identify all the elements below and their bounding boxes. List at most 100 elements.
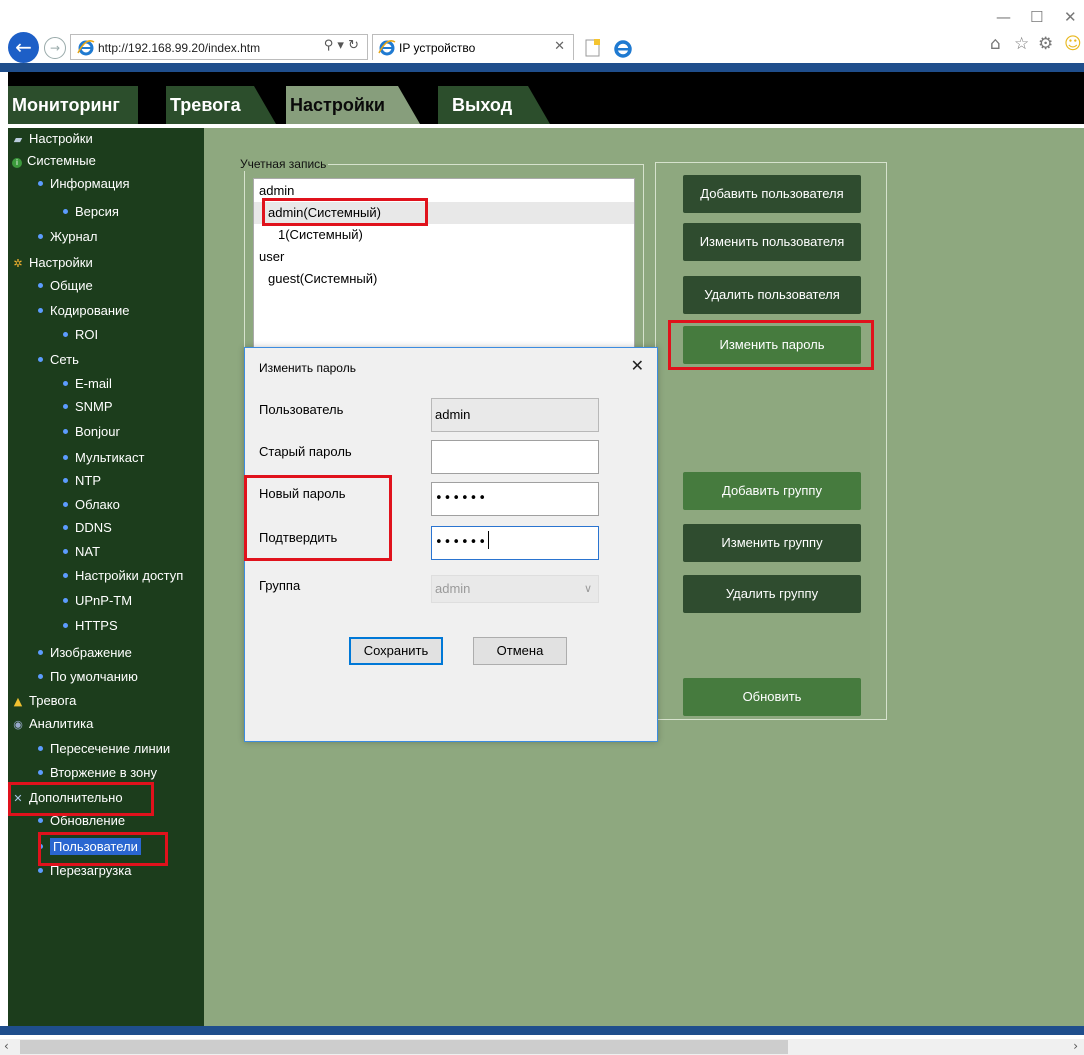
sidebar-item-network[interactable]: Сеть [38, 349, 79, 371]
sidebar-item-label: Изображение [50, 645, 132, 660]
tab-settings[interactable]: Настройки [286, 86, 420, 124]
sidebar-item-email[interactable]: E-mail [63, 373, 112, 395]
edit-group-button[interactable]: Изменить группу [683, 524, 861, 562]
sidebar-item-label: Настройки доступ [75, 568, 184, 583]
forward-button[interactable]: → [44, 37, 66, 59]
home-icon[interactable]: ⌂ [990, 34, 1001, 54]
sidebar-item-snmp[interactable]: SNMP [63, 396, 113, 418]
sidebar-item-alarm[interactable]: ▲ Тревога [12, 690, 77, 712]
account-legend: Учетная запись [238, 157, 329, 171]
sidebar-item-roi[interactable]: ROI [63, 324, 98, 346]
sidebar-item-ddns[interactable]: DDNS [63, 517, 112, 539]
sidebar-item-label: Настройки [29, 255, 93, 270]
tab-alarm[interactable]: Тревога [166, 86, 276, 124]
window-controls: — ☐ ✕ [994, 8, 1084, 28]
alarm-icon: ▲ [13, 695, 23, 708]
browser-tools: ⌂ ☆ ⚙ ☺ [988, 34, 1084, 58]
maximize-icon[interactable]: ☐ [1030, 8, 1043, 26]
sidebar-item-encoding[interactable]: Кодирование [38, 300, 130, 322]
sidebar-item-label: Тревога [29, 693, 77, 708]
tab-monitoring[interactable]: Мониторинг [8, 86, 138, 124]
scroll-right-icon[interactable]: › [1073, 1039, 1078, 1053]
sidebar-item-settings[interactable]: ✲ Настройки [12, 252, 93, 274]
scrollbar-thumb[interactable] [20, 1040, 788, 1054]
smiley-icon[interactable]: ☺ [1064, 34, 1082, 54]
sidebar-item-label: Аналитика [29, 716, 94, 731]
highlight-users [38, 832, 168, 866]
tab-logout[interactable]: Выход [438, 86, 550, 124]
sidebar-item-multicast[interactable]: Мультикаст [63, 447, 144, 469]
sidebar-item-bonjour[interactable]: Bonjour [63, 421, 120, 443]
sidebar-item-analytics[interactable]: ◉ Аналитика [12, 713, 93, 735]
sidebar-item-label: Сеть [50, 352, 79, 367]
sidebar-item-label: HTTPS [75, 618, 118, 633]
sidebar-item-system[interactable]: i Системные [12, 150, 96, 172]
sidebar-item-log[interactable]: Журнал [38, 226, 97, 248]
refresh-button[interactable]: Обновить [683, 678, 861, 716]
tab-alarm-label: Тревога [170, 95, 241, 115]
tab-close-icon[interactable]: ✕ [554, 39, 565, 54]
list-item-guest-system[interactable]: guest(Системный) [254, 268, 634, 290]
sidebar-item-nat[interactable]: NAT [63, 541, 100, 563]
list-item-1-system[interactable]: 1(Системный) [254, 224, 634, 246]
add-group-button[interactable]: Добавить группу [683, 472, 861, 510]
close-window-icon[interactable]: ✕ [1064, 8, 1077, 26]
sidebar-item-access-settings[interactable]: Настройки доступ [63, 565, 183, 587]
group-select-value: admin [435, 581, 471, 596]
scroll-left-icon[interactable]: ‹ [4, 1039, 9, 1053]
save-button[interactable]: Сохранить [349, 637, 443, 665]
sidebar-item-image[interactable]: Изображение [38, 642, 132, 664]
tab-settings-label: Настройки [290, 95, 385, 115]
sidebar-item-general[interactable]: Общие [38, 275, 93, 297]
cancel-button[interactable]: Отмена [473, 637, 567, 665]
sidebar-item-label: Версия [75, 204, 119, 219]
group-label: Группа [259, 578, 301, 593]
sidebar-item-cloud[interactable]: Облако [63, 494, 120, 516]
delete-group-button[interactable]: Удалить группу [683, 575, 861, 613]
list-item-label: user [259, 249, 285, 264]
old-password-label: Старый пароль [259, 444, 352, 459]
ie-button-icon[interactable] [612, 37, 634, 59]
minimize-icon[interactable]: — [996, 8, 1011, 26]
tab-ie-icon [378, 40, 396, 56]
dialog-close-icon[interactable]: ✕ [631, 356, 644, 375]
settings-gear-icon[interactable]: ⚙ [1038, 34, 1053, 54]
analytics-icon: ◉ [13, 718, 23, 731]
new-password-input[interactable]: •••••• [431, 482, 599, 516]
address-bar[interactable]: http://192.168.99.20/index.htm ⚲ ▾ ↻ [70, 34, 368, 60]
delete-user-button[interactable]: Удалить пользователя [683, 276, 861, 314]
sidebar-item-label: Облако [75, 497, 120, 512]
sidebar-item-defaults[interactable]: По умолчанию [38, 666, 138, 688]
old-password-input[interactable] [431, 440, 599, 474]
page-bottom-bar [0, 1026, 1084, 1035]
sidebar-item-settings-root[interactable]: ▰ Настройки [12, 128, 93, 150]
sidebar-item-https[interactable]: HTTPS [63, 615, 118, 637]
gear-icon: ✲ [13, 257, 23, 270]
horizontal-scrollbar[interactable]: ‹ › [0, 1039, 1084, 1055]
sidebar-item-ntp[interactable]: NTP [63, 470, 101, 492]
list-item-group-user[interactable]: user [254, 246, 634, 268]
user-field: admin [431, 398, 599, 432]
back-button[interactable]: ← [8, 32, 39, 63]
sidebar-item-upnp[interactable]: UPnP-TM [63, 590, 132, 612]
highlight-advanced [8, 782, 154, 816]
sidebar-item-label: Информация [50, 176, 130, 191]
sidebar-item-label: По умолчанию [50, 669, 138, 684]
add-user-button[interactable]: Добавить пользователя [683, 175, 861, 213]
favorites-star-icon[interactable]: ☆ [1014, 34, 1029, 54]
new-tab-icon[interactable] [582, 37, 604, 59]
user-field-value: admin [435, 407, 471, 422]
sidebar-item-label: NTP [75, 473, 101, 488]
sidebar-item-info[interactable]: Информация [38, 173, 130, 195]
browser-tab[interactable]: IP устройство ✕ [372, 34, 574, 60]
sidebar-item-line-crossing[interactable]: Пересечение линии [38, 738, 170, 760]
sidebar-item-version[interactable]: Версия [63, 201, 119, 223]
sidebar-item-zone-intrusion[interactable]: Вторжение в зону [38, 762, 157, 784]
tab-title: IP устройство [399, 41, 476, 55]
list-item-label: 1(Системный) [278, 227, 363, 242]
text-caret [488, 531, 490, 549]
search-refresh-icons[interactable]: ⚲ ▾ ↻ [324, 38, 359, 53]
chevron-down-icon: ∨ [583, 582, 592, 595]
confirm-password-input[interactable]: •••••• [431, 526, 599, 560]
edit-user-button[interactable]: Изменить пользователя [683, 223, 861, 261]
